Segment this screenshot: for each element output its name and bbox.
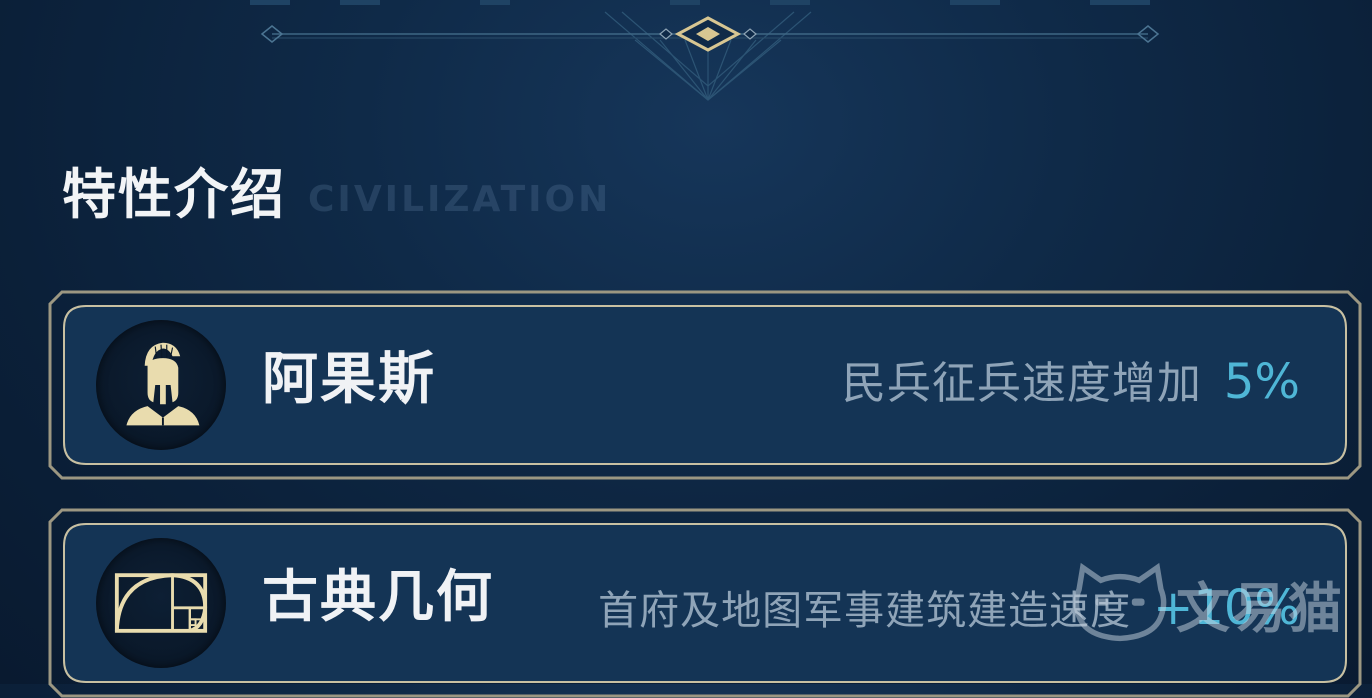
section-header: 特性介绍 CIVILIZATION (62, 160, 611, 230)
trait-card[interactable]: 阿果斯 民兵征兵速度增加 5% (48, 290, 1362, 480)
spartan-helmet-icon (126, 342, 200, 426)
cat-logo-icon (1073, 562, 1167, 642)
site-watermark: 文易猫 (1070, 562, 1344, 644)
trait-emblem (96, 320, 226, 450)
site-watermark-text: 文易猫 (1176, 576, 1344, 640)
effect-description: 民兵征兵速度增加 (841, 358, 1202, 409)
trait-emblem (96, 538, 226, 668)
trait-name: 古典几何 (262, 565, 494, 630)
section-title: 特性介绍 (62, 163, 286, 226)
top-ornament (250, 0, 1160, 101)
trait-name: 阿果斯 (262, 347, 436, 412)
section-watermark: CIVILIZATION (308, 179, 612, 220)
golden-spiral-icon (114, 573, 208, 633)
trait-effect: 民兵征兵速度增加 5% (842, 358, 1300, 406)
effect-value: 5% (1223, 354, 1300, 410)
effect-description: 首府及地图军事建筑建造速度 (598, 588, 1132, 634)
